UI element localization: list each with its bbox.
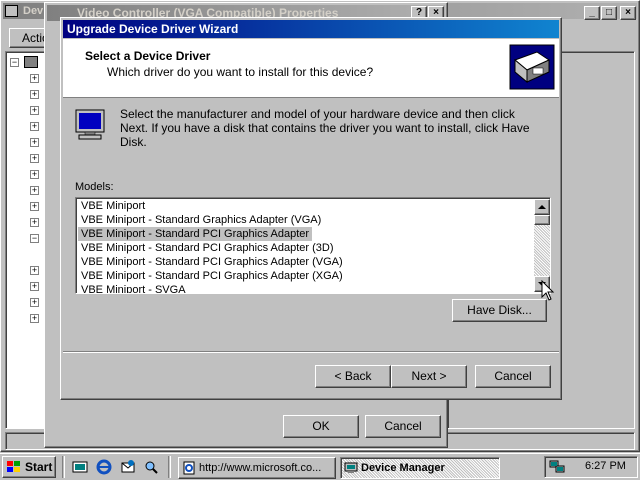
tree-expander[interactable]: + [30, 298, 39, 307]
device-manager-task-label: Device Manager [361, 462, 445, 474]
header-title: Select a Device Driver [85, 49, 211, 63]
wizard-cancel-button[interactable]: Cancel [475, 365, 551, 388]
device-manager-title: Dev [23, 5, 44, 17]
models-label: Models: [75, 181, 114, 193]
network-tray-icon[interactable] [549, 459, 565, 475]
list-item[interactable]: VBE Miniport - Standard PCI Graphics Ada… [78, 255, 534, 269]
computer-icon [5, 5, 18, 17]
list-item[interactable]: VBE Miniport [78, 199, 534, 213]
wizard-title: Upgrade Device Driver Wizard [67, 22, 239, 36]
tree-expander[interactable]: + [30, 106, 39, 115]
tree-expander[interactable]: + [30, 186, 39, 195]
tree-expander[interactable]: + [30, 170, 39, 179]
wizard-titlebar[interactable]: Upgrade Device Driver Wizard [63, 20, 559, 38]
windows-logo-icon [6, 460, 22, 474]
have-disk-button[interactable]: Have Disk... [452, 299, 547, 322]
clock[interactable]: 6:27 PM [585, 460, 626, 472]
find-icon[interactable] [143, 459, 159, 475]
list-item[interactable]: VBE Miniport - Standard PCI Graphics Ada… [78, 241, 534, 255]
instructions-text: Select the manufacturer and model of you… [120, 107, 530, 149]
tree-expander[interactable]: + [30, 122, 39, 131]
wizard-separator [63, 351, 559, 353]
back-button[interactable]: < Back [315, 365, 391, 388]
tree-expander[interactable]: + [30, 74, 39, 83]
tree-collapse[interactable]: − [30, 234, 39, 243]
scroll-thumb[interactable] [534, 215, 550, 225]
monitor-icon [75, 109, 105, 141]
tree-expander[interactable]: + [30, 266, 39, 275]
list-item[interactable]: VBE Miniport - SVGA [78, 283, 534, 293]
taskbar-ie-window[interactable]: http://www.microsoft.co... [178, 457, 336, 479]
tree-expander[interactable]: + [30, 202, 39, 211]
taskbar-device-manager[interactable]: Device Manager [340, 457, 500, 479]
system-tray: 6:27 PM [544, 456, 638, 478]
tree-expander[interactable]: + [30, 138, 39, 147]
minimize-button[interactable]: _ [584, 6, 600, 20]
hardware-wizard-icon [509, 44, 555, 90]
ie-page-icon [182, 461, 196, 475]
computer-icon [24, 56, 38, 68]
tree-expander[interactable]: + [30, 314, 39, 323]
wizard-header: Select a Device Driver Which driver do y… [63, 39, 559, 98]
start-button[interactable]: Start [2, 456, 56, 478]
action-menu-button[interactable]: Actio [9, 28, 49, 48]
next-button[interactable]: Next > [391, 365, 467, 388]
tree-expander[interactable]: + [30, 154, 39, 163]
scroll-up-button[interactable] [534, 199, 550, 215]
show-desktop-icon[interactable] [72, 459, 88, 475]
tree-expander[interactable]: + [30, 90, 39, 99]
header-subtitle: Which driver do you want to install for … [107, 65, 374, 79]
tree-collapse-root[interactable]: − [10, 58, 19, 67]
list-item[interactable]: VBE Miniport - Standard PCI Graphics Ada… [78, 269, 534, 283]
list-item[interactable]: VBE Miniport - Standard Graphics Adapter… [78, 213, 534, 227]
models-listbox[interactable]: VBE Miniport VBE Miniport - Standard Gra… [75, 197, 551, 294]
internet-explorer-icon[interactable] [96, 459, 112, 475]
wizard-dialog: Upgrade Device Driver Wizard Select a De… [60, 17, 562, 400]
tree-expander[interactable]: + [30, 218, 39, 227]
close-button[interactable]: × [620, 6, 636, 20]
quick-launch-divider-2 [168, 456, 171, 478]
start-label: Start [25, 460, 53, 474]
tree-expander[interactable]: + [30, 282, 39, 291]
ie-task-label: http://www.microsoft.co... [199, 462, 322, 474]
list-item-selected[interactable]: VBE Miniport - Standard PCI Graphics Ada… [78, 227, 534, 241]
maximize-button[interactable]: □ [601, 6, 617, 20]
ok-button[interactable]: OK [283, 415, 359, 438]
properties-cancel-button[interactable]: Cancel [365, 415, 441, 438]
device-manager-task-icon [344, 461, 358, 475]
outlook-express-icon[interactable] [120, 459, 136, 475]
models-scrollbar[interactable] [534, 199, 550, 292]
models-list: VBE Miniport VBE Miniport - Standard Gra… [78, 199, 534, 293]
quick-launch-divider [62, 456, 65, 478]
